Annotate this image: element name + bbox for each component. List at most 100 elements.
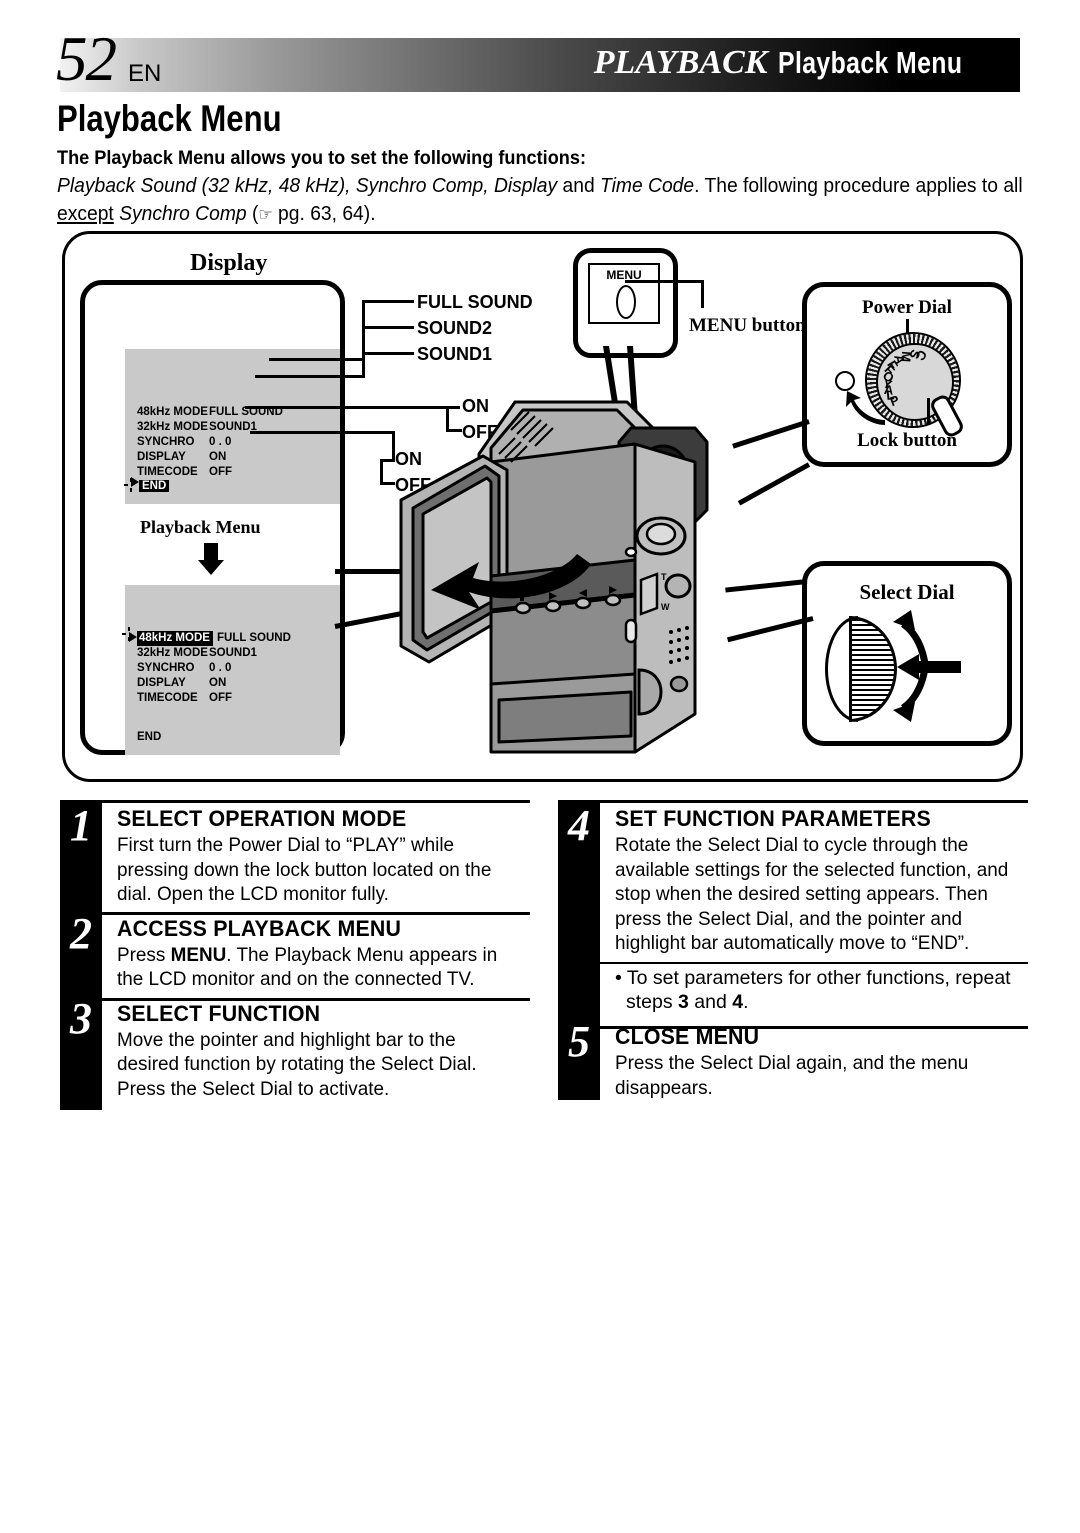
menu-row-label: SYNCHRO bbox=[137, 436, 195, 449]
note-step-ref: 3 bbox=[678, 991, 689, 1014]
menu-row: DISPLAY ON bbox=[137, 676, 291, 691]
header-topic-label: Playback Menu bbox=[777, 45, 962, 80]
step-number: 3 bbox=[70, 993, 92, 1043]
header-breadcrumb: PLAYBACK Playback Menu bbox=[594, 44, 1008, 82]
intro-italic-timecode: Time Code bbox=[600, 174, 695, 197]
dial-index-mark-icon bbox=[835, 371, 855, 391]
intro-tail-b: pg. 63, 64). bbox=[272, 202, 376, 226]
step-5: 5 CLOSE MENU Press the Select Dial again… bbox=[558, 1015, 1028, 1100]
rotate-arrow-icon bbox=[846, 391, 885, 425]
menu-rows-screen1: 48kHz MODE FULL SOUND 32kHz MODE SOUND1 SY… bbox=[137, 405, 283, 480]
menu-row: TIMECODE OFF bbox=[137, 465, 283, 480]
leader-line bbox=[362, 352, 365, 378]
step-4: 4 SET FUNCTION PARAMETERS Rotate the Sel… bbox=[558, 800, 1028, 956]
step-body: Move the pointer and highlight bar to th… bbox=[117, 1028, 477, 1100]
leader-line bbox=[362, 352, 414, 355]
step-body: Press the Select Dial again, and the men… bbox=[615, 1051, 969, 1099]
end-item-highlighted: END bbox=[139, 480, 170, 492]
note-text: • To set parameters for other functions,… bbox=[615, 966, 1028, 1015]
camcorder-illustration: T W bbox=[399, 400, 709, 754]
press-arrow-icon bbox=[897, 654, 961, 680]
menu-row-value: 0 . 0 bbox=[209, 436, 232, 449]
illustration-panel: Display 48kHz MODE FULL SOUND 32kHz MODE S… bbox=[62, 231, 1023, 782]
step-number: 1 bbox=[70, 801, 92, 850]
step-heading: CLOSE MENU bbox=[615, 1023, 760, 1049]
step-body-pre: Press bbox=[117, 943, 171, 966]
menu-row: SYNCHRO 0 . 0 bbox=[137, 435, 283, 450]
menu-row-label: DISPLAY bbox=[137, 677, 186, 690]
menu-screen-initial: 48kHz MODE FULL SOUND 32kHz MODE SOUND1 SY… bbox=[124, 349, 340, 504]
leader-line bbox=[701, 280, 704, 308]
menu-rows-screen2: 48kHz MODE FULL SOUND 32kHz MODE SOUND1 SY… bbox=[137, 631, 291, 706]
step-heading: SET FUNCTION PARAMETERS bbox=[615, 806, 931, 831]
intro-italic-synchro: Synchro Comp bbox=[113, 202, 247, 226]
menu-row-value: 0 . 0 bbox=[209, 662, 232, 675]
playback-menu-caption: Playback Menu bbox=[140, 517, 261, 537]
svg-text:W: W bbox=[661, 602, 670, 612]
intro-except-underline: except bbox=[57, 202, 114, 226]
menu-row-label: TIMECODE bbox=[137, 692, 198, 705]
step-number: 5 bbox=[568, 1016, 590, 1066]
step-heading: SELECT OPERATION MODE bbox=[117, 806, 407, 831]
page-title: Playback Menu bbox=[57, 98, 282, 139]
leader-line bbox=[255, 375, 365, 378]
steps-column-right: 4 SET FUNCTION PARAMETERS Rotate the Sel… bbox=[558, 800, 1028, 1100]
menu-row-label-highlighted: 48kHz MODE bbox=[137, 631, 213, 647]
end-item: END bbox=[137, 731, 162, 743]
menu-button-face: MENU bbox=[588, 263, 660, 324]
menu-pointer-icon bbox=[129, 632, 137, 642]
step-body: Rotate the Select Dial to cycle through … bbox=[615, 834, 1009, 955]
leader-line bbox=[625, 280, 703, 283]
leader-line bbox=[380, 482, 395, 485]
note-pre: • To set parameters for other functions,… bbox=[615, 966, 1011, 1014]
camcorder-menu-button bbox=[624, 618, 638, 644]
step-body: First turn the Power Dial to “PLAY” whil… bbox=[117, 834, 492, 906]
menu-row-value: FULL SOUND bbox=[217, 632, 291, 644]
page-language-code: EN bbox=[128, 60, 162, 87]
dial-char: C bbox=[912, 347, 931, 364]
step-body: Press MENU. The Playback Menu appears in… bbox=[117, 943, 518, 992]
leader-line bbox=[927, 398, 930, 424]
power-dial-label: Power Dial bbox=[862, 297, 952, 318]
menu-row-label: 32kHz MODE bbox=[137, 647, 208, 660]
menu-row: 32kHz MODE SOUND1 bbox=[137, 646, 291, 661]
intro-bold-line: The Playback Menu allows you to set the … bbox=[57, 147, 586, 169]
step-number: 2 bbox=[70, 908, 92, 958]
note-mid: and bbox=[688, 991, 733, 1014]
menu-row: DISPLAY ON bbox=[137, 450, 283, 465]
leader-line bbox=[269, 358, 365, 361]
step-2: 2 ACCESS PLAYBACK MENU Press MENU. The P… bbox=[60, 907, 530, 992]
intro-and: and bbox=[557, 174, 601, 197]
leader-line bbox=[362, 326, 414, 329]
menu-row-label: DISPLAY bbox=[137, 451, 186, 464]
menu-button-oval-icon bbox=[616, 285, 636, 319]
menu-button-callout: MENU bbox=[573, 248, 678, 358]
step-3: 3 SELECT FUNCTION Move the pointer and h… bbox=[60, 992, 530, 1102]
option-sound2: SOUND2 bbox=[417, 318, 493, 338]
menu-row-value: ON bbox=[209, 677, 227, 690]
leader-line bbox=[362, 300, 414, 303]
note-step-ref: 4 bbox=[732, 991, 744, 1014]
menu-row: TIMECODE OFF bbox=[137, 691, 291, 706]
select-dial-callout: Select Dial bbox=[802, 561, 1012, 746]
menu-row-value: OFF bbox=[209, 692, 232, 705]
intro-italic-functions: Playback Sound (32 kHz, 48 kHz), Synchro… bbox=[57, 174, 558, 197]
note-block: • To set parameters for other functions,… bbox=[558, 956, 1028, 1015]
leader-line bbox=[250, 431, 395, 434]
note-post: . bbox=[743, 991, 749, 1014]
menu-pointer-icon bbox=[131, 477, 139, 487]
header-chapter-label: PLAYBACK bbox=[593, 44, 768, 81]
svg-text:T: T bbox=[661, 572, 667, 582]
intro-body: Playback Sound (32 kHz, 48 kHz), Synchro… bbox=[57, 174, 1023, 226]
intro-tail-a: . The following procedure applies to all bbox=[694, 174, 1023, 197]
menu-row-label: TIMECODE bbox=[137, 466, 198, 479]
menu-row-label: 48kHz MODE bbox=[137, 406, 208, 418]
step-heading: SELECT FUNCTION bbox=[117, 1000, 321, 1026]
menu-row-label: 32kHz MODE bbox=[137, 421, 208, 434]
pointing-hand-icon: ☞ bbox=[258, 205, 273, 226]
select-dial-label: Select Dial bbox=[859, 580, 955, 604]
menu-row-value: OFF bbox=[209, 466, 232, 479]
menu-row: 48kHz MODE FULL SOUND bbox=[137, 631, 291, 647]
power-dial-callout: Power Dial P L A Y O F F A M S C Lock bu… bbox=[802, 282, 1012, 467]
lcd-monitor-frame: 48kHz MODE FULL SOUND 32kHz MODE SOUND1 SY… bbox=[80, 280, 345, 755]
